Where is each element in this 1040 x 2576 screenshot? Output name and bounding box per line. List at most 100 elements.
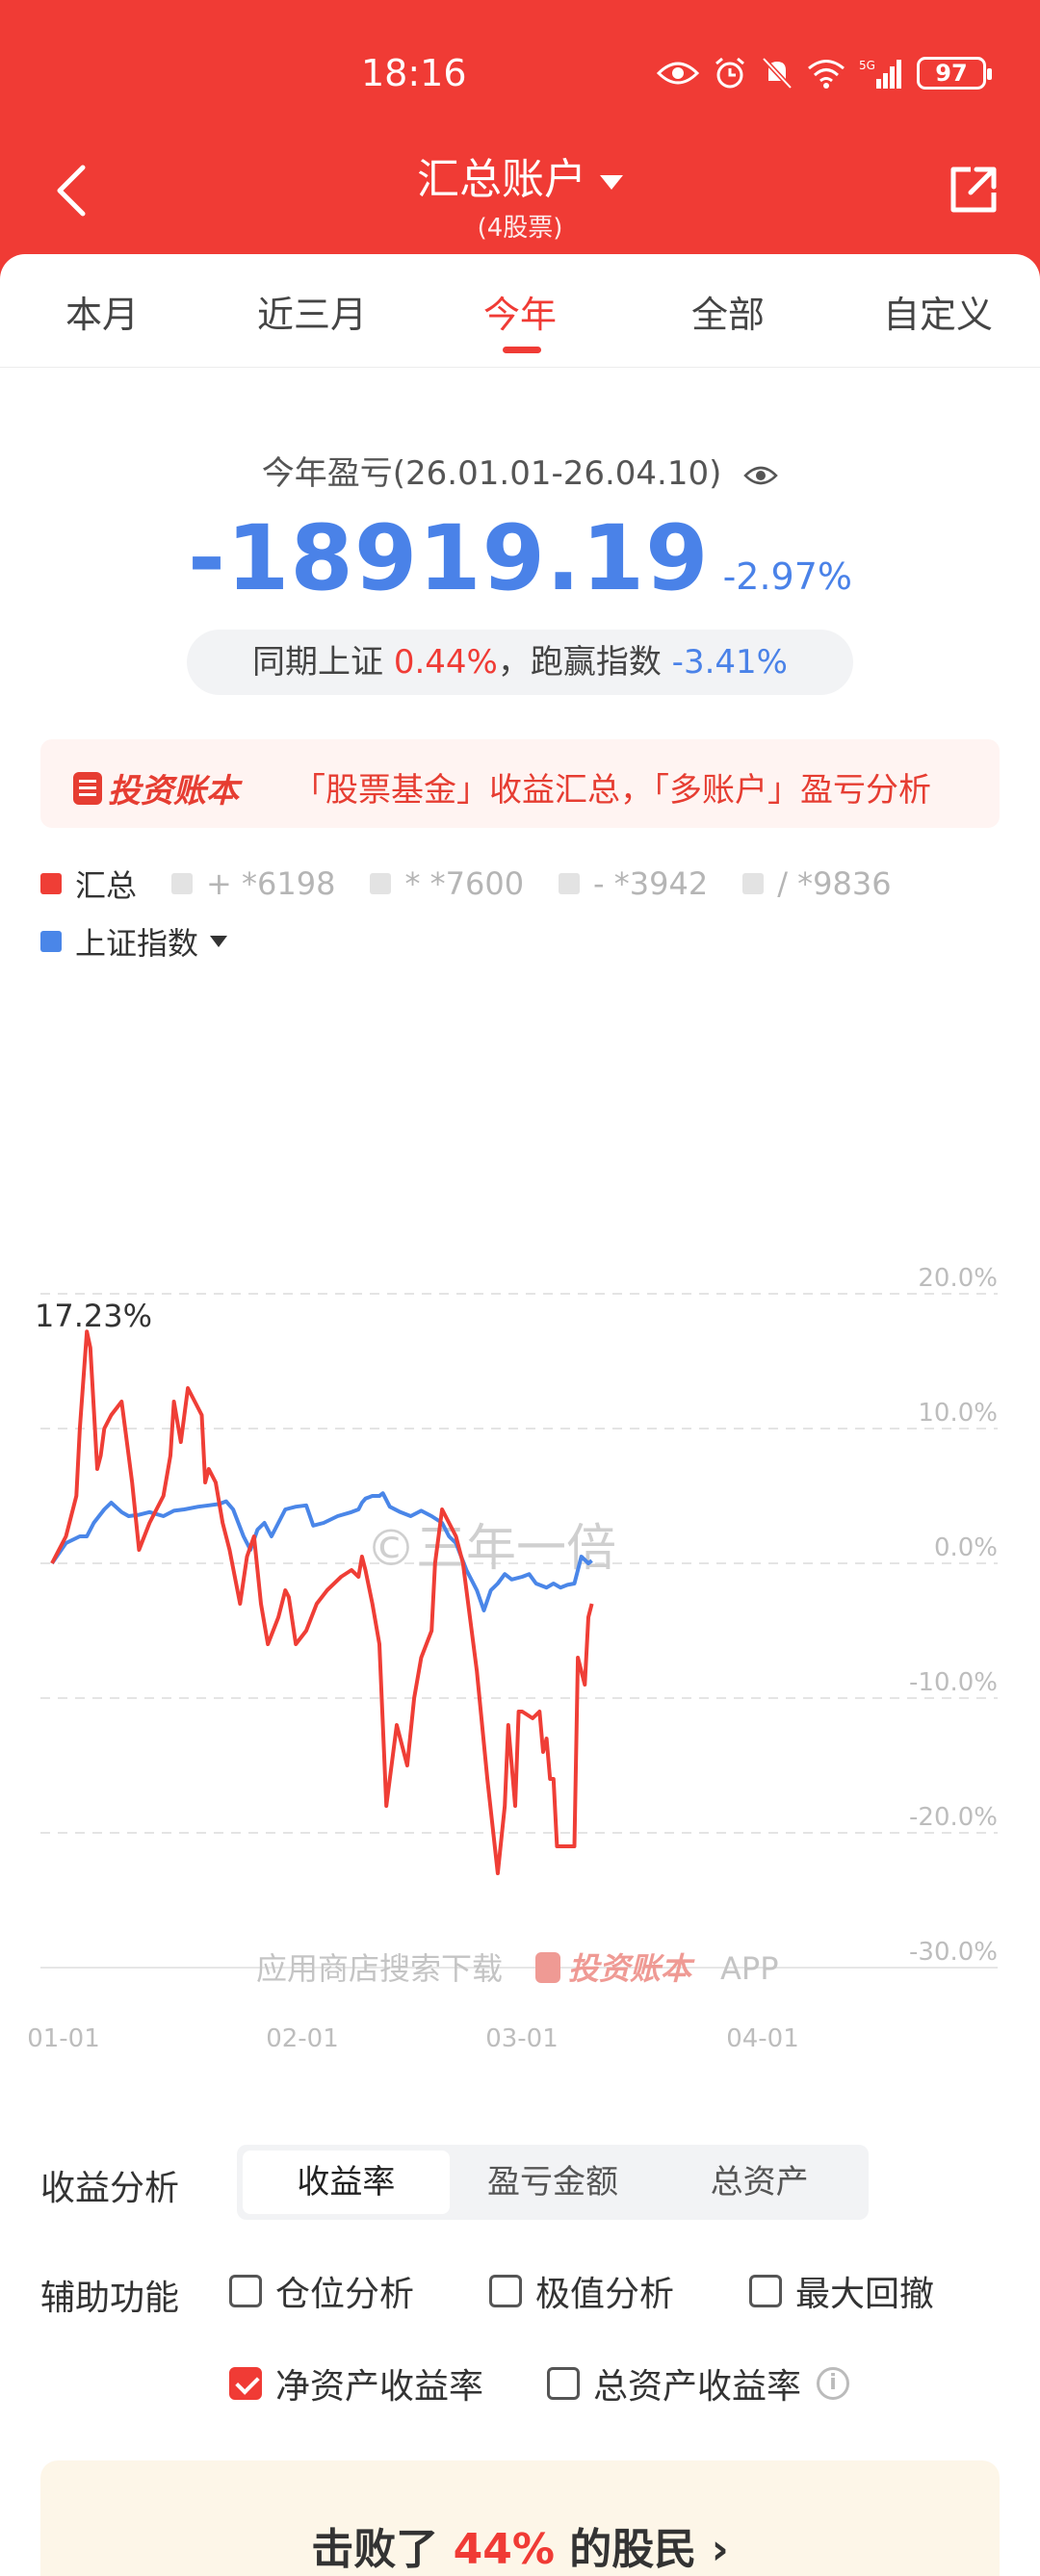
profit-summary: -18919.19 -2.97% — [0, 506, 1040, 611]
checkbox-label: 极值分析 — [535, 2275, 675, 2314]
seg-profit-amount[interactable]: 盈亏金额 — [450, 2151, 657, 2214]
brand-logo: 投资账本 — [73, 764, 239, 811]
seg-return-rate[interactable]: 收益率 — [243, 2151, 450, 2214]
svg-text:5G: 5G — [859, 59, 875, 72]
status-time: 18:16 — [361, 52, 467, 94]
chevron-right-icon: › — [711, 2525, 729, 2574]
nav-bar: 汇总账户 (4股票) — [0, 135, 1040, 250]
legend-index-label: 上证指数 — [75, 925, 199, 962]
dropdown-caret-icon — [600, 174, 623, 190]
x-tick-label: 03-01 — [485, 2024, 559, 2053]
check-max-drawdown[interactable]: 最大回撤 — [749, 2266, 934, 2316]
profit-percent: -2.97% — [722, 555, 852, 598]
status-icons: 5G 97 — [657, 56, 992, 90]
summary-label: 今年盈亏(26.01.01-26.04.10) — [261, 454, 722, 493]
legend-label: + *6198 — [206, 865, 336, 902]
index-comparison: 同期上证 0.44%，跑赢指数 -3.41% — [187, 630, 853, 695]
tab-three-months[interactable]: 近三月 — [216, 285, 408, 338]
beat-users-text: 击败了 44% 的股民 › — [40, 2514, 1000, 2576]
compare-prefix: 同期上证 — [252, 643, 384, 682]
y-tick-label: 20.0% — [918, 1264, 998, 1293]
account-selector[interactable]: 汇总账户 — [0, 144, 1040, 206]
checkbox[interactable] — [489, 2275, 522, 2307]
beat-suffix: 的股民 — [569, 2525, 697, 2574]
beat-users-card[interactable]: 击败了 44% 的股民 › — [40, 2460, 1000, 2576]
tab-this-month[interactable]: 本月 — [6, 285, 198, 338]
checkbox[interactable] — [547, 2367, 580, 2400]
legend-swatch — [40, 873, 62, 894]
check-position-analysis[interactable]: 仓位分析 — [229, 2266, 414, 2316]
legend-label: / *9836 — [777, 865, 892, 902]
eye-toggle-icon[interactable] — [743, 463, 778, 488]
status-bar: 18:16 5G 97 — [0, 50, 1040, 108]
checkbox-label: 最大回撤 — [795, 2275, 935, 2314]
compare-index-value: 0.44% — [393, 643, 498, 682]
alarm-icon — [715, 57, 744, 89]
active-tab-indicator — [503, 347, 541, 353]
tab-custom[interactable]: 自定义 — [842, 285, 1034, 338]
tab-all[interactable]: 全部 — [632, 285, 824, 338]
checkbox-label: 净资产收益率 — [275, 2367, 484, 2407]
wifi-icon — [808, 60, 845, 89]
summary-header: 今年盈亏(26.01.01-26.04.10) — [0, 447, 1040, 494]
legend-accounts-row: 汇总 + *6198 * *7600 - *3942 / *9836 — [40, 855, 1003, 913]
check-extreme-analysis[interactable]: 极值分析 — [489, 2266, 674, 2316]
seg-total-assets[interactable]: 总资产 — [656, 2151, 863, 2214]
profit-chart[interactable]: 20.0%10.0%0.0%-10.0%-20.0%-30.0% ©三年一倍 1… — [0, 1236, 1040, 2064]
page-subtitle: (4股票) — [477, 214, 563, 243]
y-tick-label: -10.0% — [909, 1668, 998, 1697]
check-total-asset-return[interactable]: 总资产收益率 i — [547, 2358, 850, 2409]
legend-label: * *7600 — [404, 865, 525, 902]
info-icon[interactable]: i — [817, 2367, 850, 2400]
page-title: 汇总账户 — [417, 155, 586, 204]
signal-icon: 5G — [859, 59, 901, 89]
index-selector[interactable]: 上证指数 — [40, 919, 228, 964]
mute-icon — [762, 57, 793, 90]
aux-label: 辅助功能 — [40, 2279, 180, 2318]
x-tick-label: 01-01 — [27, 2024, 100, 2053]
beat-prefix: 击败了 — [311, 2525, 439, 2574]
battery-icon: 97 — [917, 57, 992, 90]
chart-legend: 汇总 + *6198 * *7600 - *3942 / *9836 上证指数 — [40, 855, 1003, 970]
legend-label: - *3942 — [593, 865, 709, 902]
y-tick-label: -30.0% — [909, 1938, 998, 1967]
compare-separator: ，跑赢指数 — [497, 643, 662, 682]
legend-item-account[interactable]: + *6198 — [171, 865, 335, 902]
check-net-asset-return[interactable]: 净资产收益率 — [229, 2358, 483, 2409]
eye-icon — [657, 62, 699, 85]
chart-footer-app: APP — [720, 1950, 778, 1987]
brand-logo-text: 投资账本 — [108, 772, 239, 811]
content-panel: 本月 近三月 今年 全部 自定义 今年盈亏(26.01.01-26.04.10)… — [0, 254, 1040, 2576]
legend-label: 汇总 — [75, 867, 138, 904]
analysis-segmented-control: 收益率 盈亏金额 总资产 — [237, 2145, 869, 2220]
x-tick-label: 04-01 — [726, 2024, 799, 2053]
chart-footer-logo: 投资账本 — [568, 1950, 695, 1987]
tab-this-year[interactable]: 今年 — [424, 285, 616, 338]
legend-swatch — [370, 873, 392, 894]
legend-swatch — [742, 873, 765, 894]
checkbox[interactable] — [749, 2275, 782, 2307]
legend-item-total[interactable]: 汇总 — [40, 862, 137, 906]
promo-banner[interactable]: 投资账本 「股票基金」收益汇总，「多账户」盈亏分析 — [40, 739, 1000, 828]
y-tick-label: -20.0% — [909, 1803, 998, 1832]
legend-item-account[interactable]: - *3942 — [559, 865, 708, 902]
y-tick-label: 0.0% — [934, 1533, 998, 1562]
share-icon[interactable] — [948, 164, 1000, 216]
beat-value: 44% — [453, 2525, 555, 2574]
checkbox-checked[interactable] — [229, 2367, 262, 2400]
legend-index-row: 上证指数 — [40, 913, 1003, 970]
chart-max-label: 17.23% — [35, 1298, 152, 1334]
legend-swatch — [559, 873, 581, 894]
y-tick-label: 10.0% — [918, 1399, 998, 1428]
legend-item-account[interactable]: * *7600 — [370, 865, 524, 902]
banner-text: 「股票基金」收益汇总，「多账户」盈亏分析 — [293, 771, 931, 810]
legend-item-account[interactable]: / *9836 — [742, 865, 892, 902]
dropdown-caret-icon — [210, 936, 228, 947]
x-tick-label: 02-01 — [266, 2024, 339, 2053]
chart-footer-text: 应用商店搜索下载 — [256, 1950, 503, 1987]
compare-excess-value: -3.41% — [671, 643, 788, 682]
legend-swatch — [171, 873, 194, 894]
checkbox[interactable] — [229, 2275, 262, 2307]
ledger-logo-icon — [73, 771, 102, 805]
period-tabs: 本月 近三月 今年 全部 自定义 — [0, 254, 1040, 368]
